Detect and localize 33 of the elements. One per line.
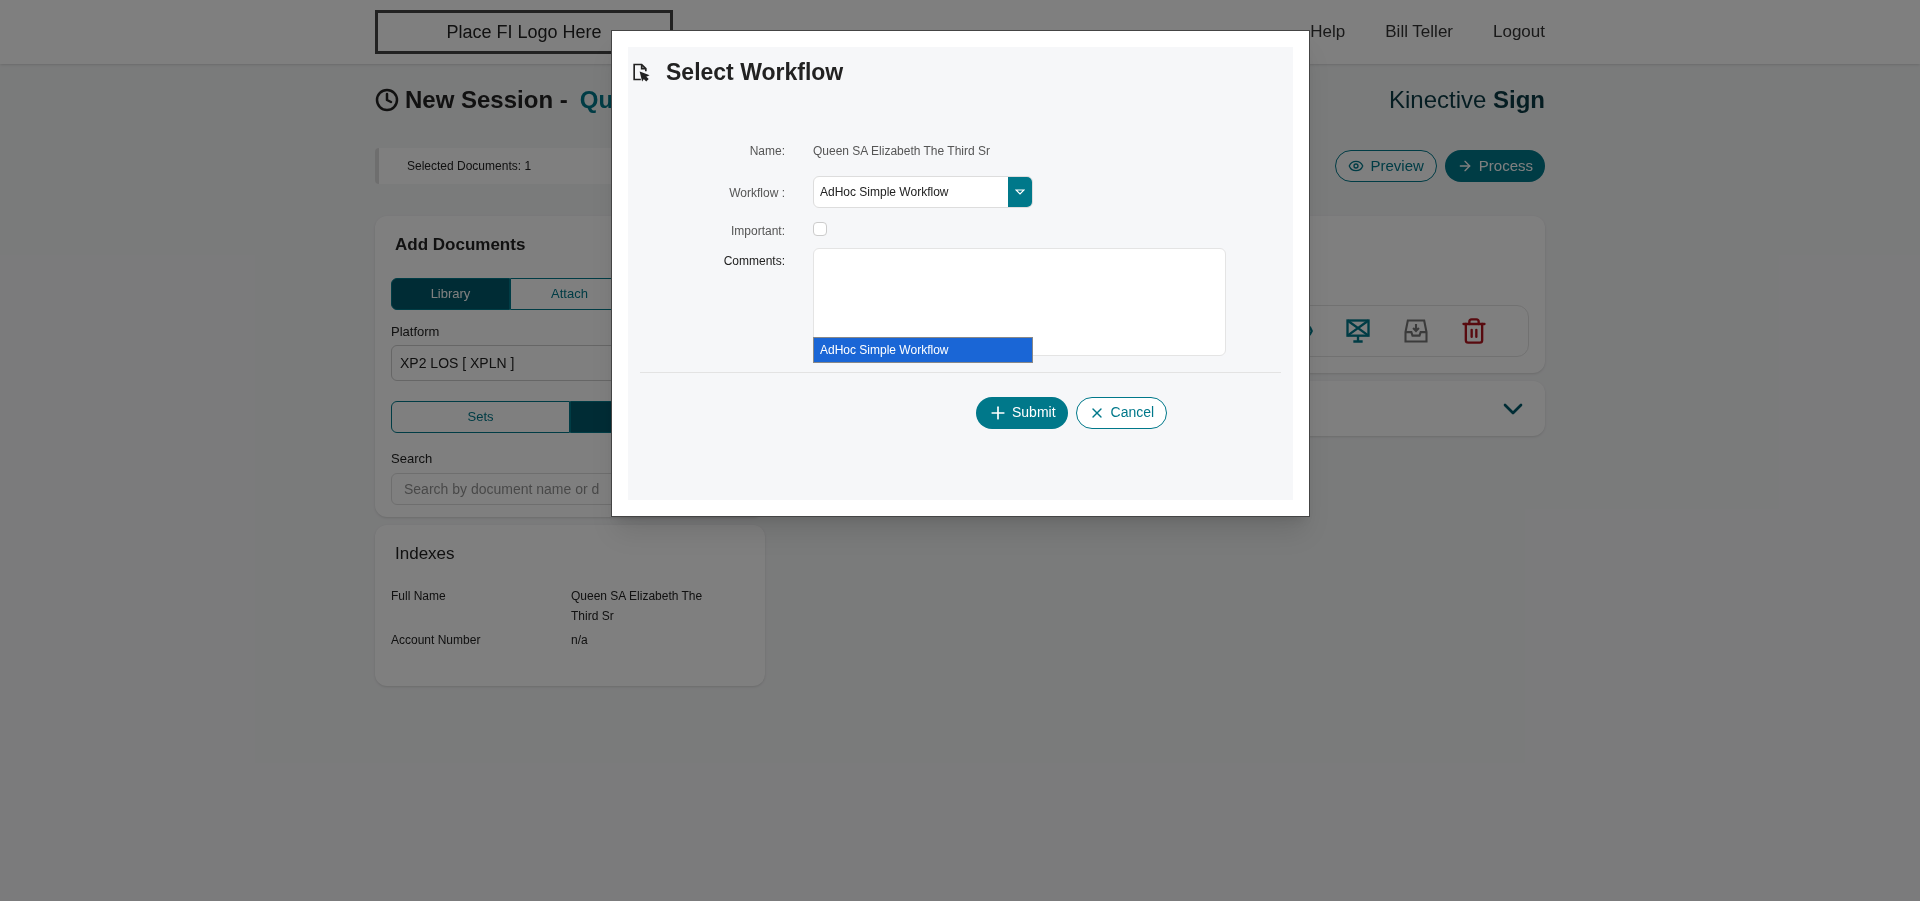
monitor-x-icon[interactable] <box>1344 317 1372 345</box>
index-label: Account Number <box>391 632 482 649</box>
index-label: Full Name <box>391 588 447 605</box>
eye-icon <box>1348 158 1365 174</box>
important-checkbox[interactable] <box>813 221 827 236</box>
segment-tab[interactable]: Library <box>391 277 510 310</box>
field-label: Search <box>391 450 434 468</box>
inbox-download-icon[interactable] <box>1402 317 1430 345</box>
dropdown-caret-icon[interactable] <box>1008 176 1032 207</box>
segment-tab[interactable]: Sets <box>391 401 570 433</box>
customer-name: Qu <box>579 85 614 115</box>
index-value: n/a <box>571 632 589 649</box>
dialog-title: Select Workflow <box>666 58 844 87</box>
field-label: Workflow : <box>728 184 785 202</box>
field-label: Comments: <box>722 252 785 270</box>
nav-link[interactable]: Bill Teller <box>1385 19 1453 45</box>
trash-icon[interactable] <box>1460 317 1488 345</box>
page-title: New Session - <box>405 85 568 115</box>
card-title: Indexes <box>394 542 456 565</box>
brand-name: Kinective Sign <box>1388 85 1545 115</box>
field-label: Platform <box>391 322 441 341</box>
workflow-select[interactable]: AdHoc Simple Workflow <box>813 175 1033 208</box>
submit-button[interactable]: Submit <box>976 396 1068 429</box>
preview-button[interactable]: Preview <box>1335 150 1437 182</box>
document-cursor-icon <box>630 62 650 83</box>
comments-field[interactable] <box>813 247 1226 356</box>
nav-link[interactable]: Logout <box>1493 19 1545 45</box>
process-button[interactable]: Process <box>1444 150 1545 182</box>
dropdown-option[interactable]: AdHoc Simple Workflow <box>814 337 1032 362</box>
cancel-button[interactable]: Cancel <box>1075 396 1168 429</box>
field-label: Important: <box>729 222 785 240</box>
clock-icon <box>375 88 399 112</box>
nav-link[interactable]: Help <box>1310 19 1346 45</box>
